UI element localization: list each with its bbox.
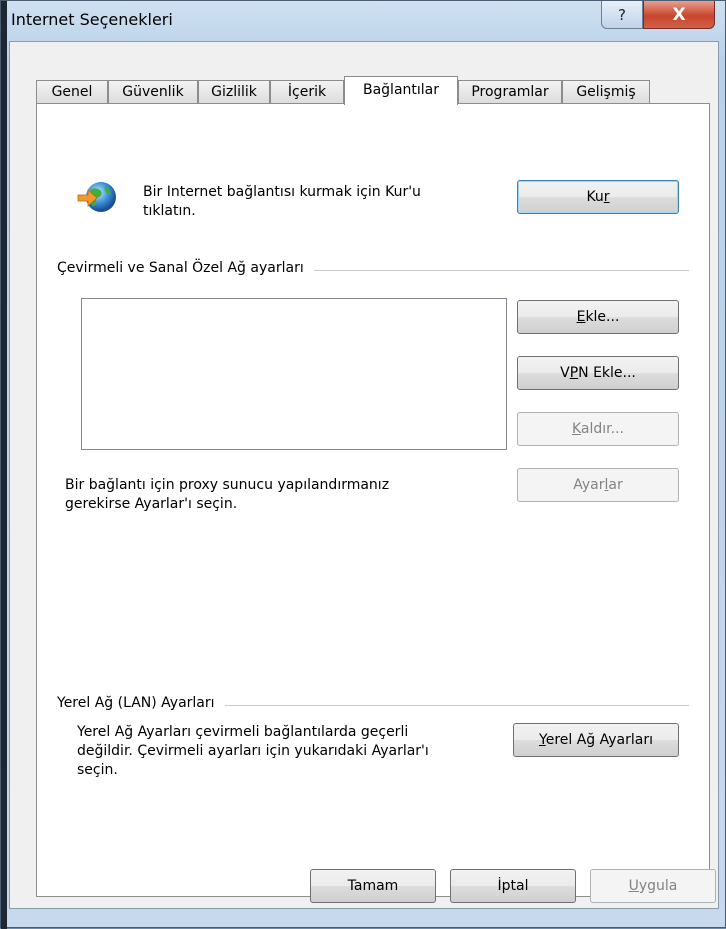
window-title: Internet Seçenekleri — [11, 10, 173, 29]
connections-listbox[interactable] — [81, 298, 507, 450]
tab-gelismis[interactable]: Gelişmiş — [562, 80, 650, 104]
help-button[interactable]: ? — [601, 1, 643, 29]
add-button[interactable]: Ekle... — [517, 300, 679, 334]
tab-panel-baglantilar: Bir Internet bağlantısı kurmak için Kur'… — [36, 103, 710, 897]
proxy-description: Bir bağlantı için proxy sunucu yapılandı… — [65, 477, 390, 512]
dialog-client-area: Genel Güvenlik Gizlilik İçerik Bağlantıl… — [9, 41, 719, 909]
tab-programlar[interactable]: Programlar — [458, 80, 562, 104]
window-shadow-edge — [1, 1, 7, 929]
setup-description: Bir Internet bağlantısı kurmak için Kur'… — [143, 184, 421, 219]
globe-network-icon — [77, 182, 116, 212]
dialup-group-label: Çevirmeli ve Sanal Özel Ağ ayarları — [57, 260, 314, 276]
add-vpn-button[interactable]: VPN Ekle... — [517, 356, 679, 390]
settings-button[interactable]: Ayarlar — [517, 468, 679, 502]
ok-button[interactable]: Tamam — [310, 869, 436, 903]
lan-group-label: Yerel Ağ (LAN) Ayarları — [57, 695, 225, 711]
cancel-button[interactable]: İptal — [450, 869, 576, 903]
lan-description: Yerel Ağ Ayarları çevirmeli bağlantılard… — [77, 724, 429, 778]
tab-genel[interactable]: Genel — [36, 80, 108, 104]
help-icon: ? — [618, 5, 626, 24]
tab-icerik[interactable]: İçerik — [270, 80, 344, 104]
internet-options-window: Internet Seçenekleri ? X Genel Güvenlik … — [0, 0, 726, 929]
tab-gizlilik[interactable]: Gizlilik — [198, 80, 270, 104]
lan-settings-button[interactable]: Yerel Ağ Ayarları — [513, 723, 679, 757]
tab-guvenlik[interactable]: Güvenlik — [108, 80, 198, 104]
tab-baglantilar[interactable]: Bağlantılar — [344, 76, 458, 105]
close-button[interactable]: X — [643, 1, 715, 29]
remove-button[interactable]: Kaldır... — [517, 412, 679, 446]
close-icon: X — [672, 4, 686, 25]
setup-button[interactable]: Kur — [517, 180, 679, 214]
title-bar[interactable]: Internet Seçenekleri ? X — [9, 1, 725, 41]
apply-button[interactable]: Uygula — [590, 869, 716, 903]
